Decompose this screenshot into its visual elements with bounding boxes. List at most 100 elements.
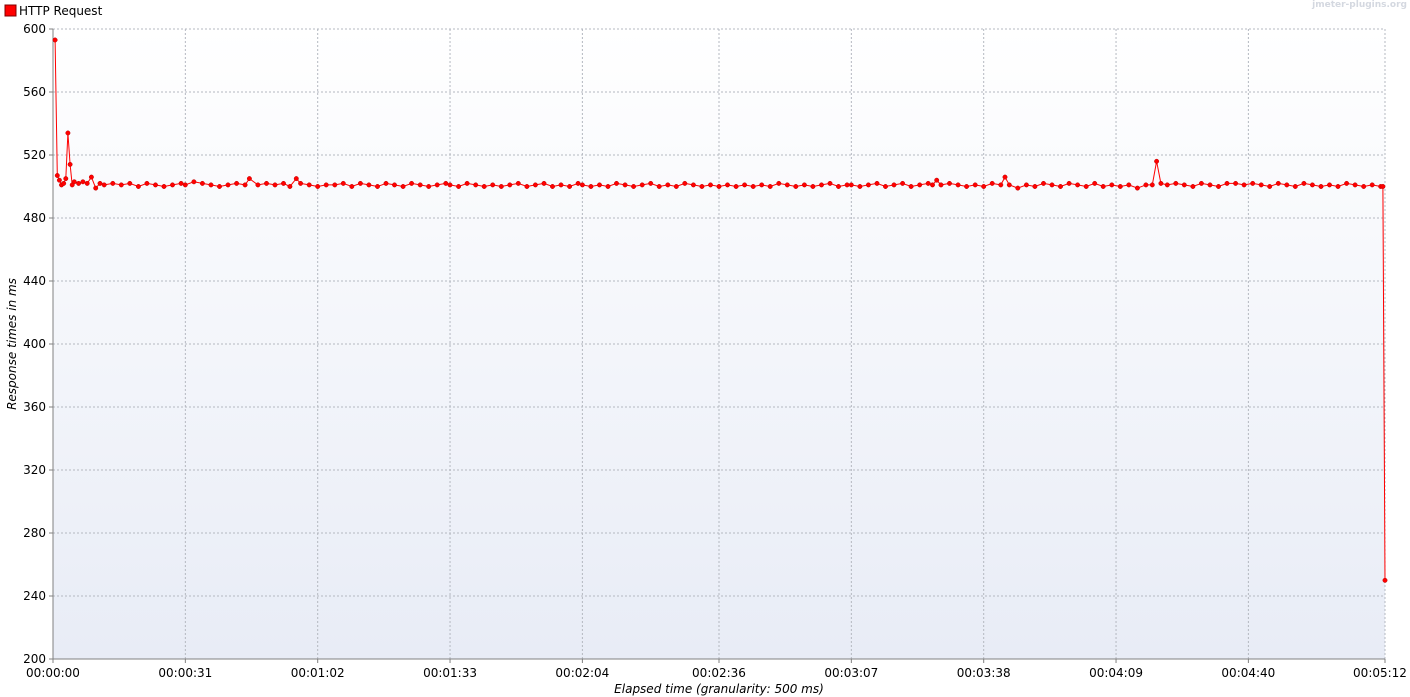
- data-point: [409, 180, 415, 186]
- data-point: [1318, 184, 1324, 189]
- x-tick-label: 00:03:07: [824, 666, 878, 680]
- data-point: [588, 184, 594, 189]
- data-point: [144, 180, 150, 186]
- data-point: [272, 182, 278, 188]
- data-point: [981, 184, 987, 189]
- data-point: [759, 182, 765, 188]
- data-point: [287, 184, 293, 189]
- data-point: [1216, 184, 1221, 189]
- data-point: [515, 180, 521, 186]
- data-point: [1224, 180, 1230, 186]
- data-point: [1049, 182, 1055, 188]
- y-tick-label: 240: [23, 589, 46, 603]
- data-point: [127, 180, 133, 186]
- data-point: [447, 182, 453, 188]
- data-point: [242, 182, 248, 188]
- data-point: [673, 184, 679, 189]
- data-point: [925, 180, 931, 186]
- data-point: [1158, 180, 1164, 186]
- data-point: [1267, 184, 1273, 189]
- data-point: [1015, 185, 1021, 191]
- data-point: [631, 184, 637, 189]
- data-point: [934, 177, 940, 183]
- data-point: [733, 184, 739, 189]
- data-point: [699, 184, 705, 189]
- x-tick-label: 00:02:04: [555, 666, 609, 680]
- data-point: [182, 182, 188, 188]
- data-point: [264, 180, 269, 186]
- data-point: [1143, 182, 1149, 188]
- data-point: [61, 180, 67, 186]
- data-point: [524, 184, 530, 189]
- data-point: [891, 182, 897, 188]
- data-point: [579, 182, 585, 188]
- y-tick-label: 600: [23, 22, 46, 36]
- data-point: [955, 182, 961, 188]
- data-point: [80, 179, 86, 185]
- data-point: [541, 180, 547, 186]
- data-point: [848, 182, 854, 188]
- y-tick-label: 320: [23, 463, 46, 477]
- data-point: [225, 182, 231, 188]
- x-tick-label: 00:01:33: [423, 666, 477, 680]
- x-tick-label: 00:01:02: [291, 666, 345, 680]
- data-point: [1292, 184, 1298, 189]
- data-point: [54, 173, 60, 178]
- data-point: [293, 176, 299, 182]
- data-point: [1066, 180, 1072, 186]
- data-point: [490, 182, 496, 188]
- data-point: [217, 184, 222, 189]
- data-point: [1275, 180, 1281, 186]
- data-point: [1382, 577, 1388, 583]
- data-point: [178, 180, 184, 186]
- data-point: [1181, 182, 1187, 188]
- data-point: [52, 37, 58, 43]
- y-tick-label: 520: [23, 148, 46, 162]
- data-point: [665, 182, 671, 188]
- data-point: [473, 182, 479, 188]
- data-point: [101, 182, 107, 188]
- data-point: [532, 182, 538, 188]
- data-point: [255, 182, 261, 188]
- data-point: [349, 184, 355, 189]
- data-point: [656, 184, 662, 189]
- data-point: [622, 182, 628, 188]
- data-point: [135, 184, 141, 189]
- data-point: [153, 182, 158, 188]
- data-point: [964, 184, 970, 189]
- data-point: [567, 184, 573, 189]
- data-point: [208, 182, 214, 188]
- data-point: [1164, 182, 1170, 188]
- data-point: [315, 184, 321, 189]
- data-point: [930, 182, 935, 188]
- data-point: [558, 182, 564, 188]
- data-point: [819, 182, 824, 188]
- data-point: [874, 180, 880, 186]
- data-point: [332, 182, 338, 188]
- data-point: [1134, 185, 1140, 191]
- data-point: [1369, 182, 1375, 188]
- data-point: [1109, 182, 1115, 188]
- data-point: [400, 184, 406, 189]
- data-point: [614, 180, 619, 186]
- data-point: [234, 180, 240, 186]
- data-point: [836, 184, 841, 189]
- data-point: [417, 182, 423, 188]
- response-times-chart: 200 240 280 320 360 400 440 480 520 560 600 00:00:…: [0, 0, 1410, 697]
- data-point: [481, 184, 487, 189]
- data-point: [865, 182, 871, 188]
- x-tick-label: 00:03:38: [957, 666, 1011, 680]
- data-point: [989, 180, 995, 186]
- data-point: [170, 182, 175, 188]
- x-tick-label: 00:04:40: [1221, 666, 1275, 680]
- data-point: [1284, 182, 1290, 188]
- data-point: [1258, 182, 1264, 188]
- data-point: [392, 182, 397, 188]
- data-point: [1344, 180, 1350, 186]
- data-point: [1117, 184, 1123, 189]
- data-point: [434, 182, 440, 188]
- data-point: [464, 180, 470, 186]
- data-point: [690, 182, 696, 188]
- data-point: [443, 180, 449, 186]
- data-point: [938, 182, 944, 188]
